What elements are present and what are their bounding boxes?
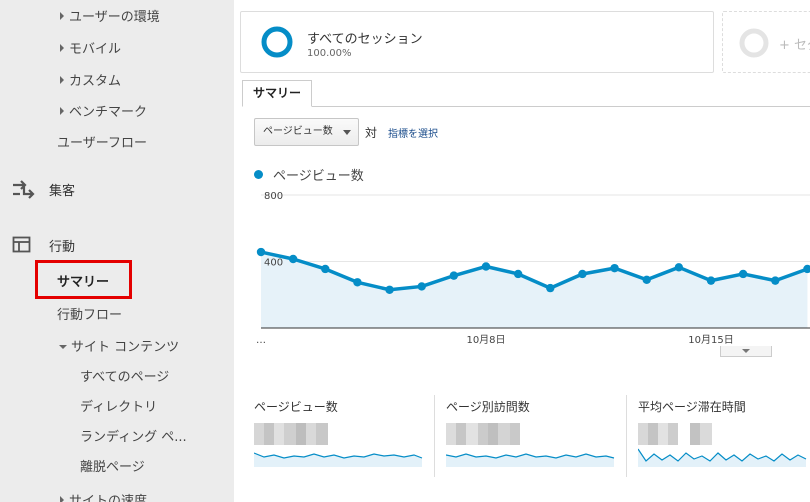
data-point (674, 263, 684, 272)
sidebar-item-all-pages[interactable]: すべてのページ (80, 366, 169, 385)
behavior-layout-icon (12, 236, 31, 253)
pageviews-chart[interactable]: 400 800 … 10月8日 10月15日 (234, 190, 810, 360)
sparkline-title: ページ別訪問数 (446, 400, 530, 414)
divider (626, 395, 627, 477)
x-tick-label: … (256, 335, 266, 346)
data-point (771, 276, 780, 285)
sidebar-item-label: ベンチマーク (69, 105, 148, 120)
blurred-value (638, 423, 712, 445)
sparkline-chart (638, 448, 807, 467)
tab-summary[interactable]: サマリー (242, 80, 312, 107)
sidebar-item-benchmark[interactable]: ベンチマーク (60, 101, 147, 120)
data-point (513, 269, 523, 279)
sparkline-avg-time-on-page[interactable]: 平均ページ滞在時間 (638, 395, 810, 480)
segment-title: すべてのセッション (307, 32, 423, 47)
series-area (261, 252, 808, 328)
chevron-down-icon (59, 345, 67, 349)
sidebar-item-label: モバイル (69, 42, 122, 57)
divider (434, 395, 435, 477)
data-point (449, 271, 459, 280)
sidebar-section-acquisition[interactable]: 集客 (12, 180, 212, 200)
data-point (481, 262, 491, 271)
chevron-right-icon (60, 76, 64, 84)
sidebar-item-exit-pages[interactable]: 離脱ページ (80, 456, 145, 475)
chevron-down-icon (343, 130, 351, 135)
metric-select-value: ページビュー数 (263, 126, 333, 137)
data-point (288, 254, 298, 264)
main-content: すべてのセッション 100.00% + セグ サマリー ページビュー数 対 指標… (234, 0, 810, 502)
blurred-value (446, 423, 520, 445)
data-point (546, 283, 555, 293)
sidebar-item-mobile[interactable]: モバイル (60, 38, 121, 57)
y-tick-label: 400 (264, 258, 283, 269)
metric-select[interactable]: ページビュー数 (254, 118, 359, 146)
chevron-right-icon (60, 107, 64, 115)
chevron-right-icon (60, 44, 64, 52)
sparkline-unique-pageviews[interactable]: ページ別訪問数 (446, 395, 618, 480)
data-point (353, 278, 362, 287)
sidebar-section-label: 集客 (49, 184, 76, 199)
legend-dot-icon (254, 170, 263, 179)
chart-legend: ページビュー数 (254, 165, 364, 184)
vs-label: 対 (365, 126, 378, 140)
select-metric-link[interactable]: 指標を選択 (388, 125, 438, 140)
sparkline-chart (446, 453, 615, 467)
chevron-right-icon (60, 496, 64, 502)
sidebar-section-behavior[interactable]: 行動 (12, 236, 212, 256)
sidebar-item-directory[interactable]: ディレクトリ (80, 396, 157, 415)
segment-percent: 100.00% (307, 48, 352, 59)
sidebar-item-custom[interactable]: カスタム (60, 70, 121, 89)
sidebar-item-label: カスタム (69, 74, 122, 89)
data-point (256, 247, 266, 257)
segment-area: すべてのセッション 100.00% + セグ (234, 0, 810, 80)
sidebar-item-landing-pages[interactable]: ランディング ペ... (80, 426, 187, 445)
sidebar-item-site-content[interactable]: サイト コンテンツ (59, 336, 179, 355)
sidebar-item-user-environment[interactable]: ユーザーの環境 (60, 6, 160, 25)
sparkline-title: ページビュー数 (254, 400, 338, 414)
sidebar-item-label: ユーザーの環境 (69, 10, 160, 25)
sidebar-item-label: ユーザーフロー (57, 136, 147, 151)
data-point (578, 269, 587, 279)
x-tick-label: 10月15日 (688, 334, 733, 346)
chevron-right-icon (60, 12, 64, 20)
add-segment-card[interactable]: + セグ (722, 11, 810, 73)
sidebar-item-summary[interactable]: サマリー (57, 271, 109, 290)
acquisition-arrows-icon (13, 180, 35, 199)
data-point (417, 282, 426, 291)
data-point (706, 276, 716, 285)
segment-card-all-sessions[interactable]: すべてのセッション 100.00% (240, 11, 714, 73)
sidebar-section-label: 行動 (49, 240, 76, 255)
data-point (642, 275, 651, 284)
legend-label: ページビュー数 (273, 169, 364, 184)
sidebar-item-user-flow[interactable]: ユーザーフロー (57, 132, 147, 151)
blurred-value (254, 423, 328, 445)
sparkline-row: ページビュー数 ページ別訪問数 平均ページ滞在時間 (234, 395, 810, 480)
tab-bar: サマリー (242, 80, 810, 107)
segment-ring-icon (261, 26, 293, 58)
sparkline-title: 平均ページ滞在時間 (638, 400, 746, 414)
data-point (738, 269, 748, 279)
sidebar-item-behavior-flow[interactable]: 行動フロー (57, 304, 122, 323)
data-point (610, 263, 619, 273)
add-segment-label: + セグ (779, 38, 810, 53)
empty-segment-ring-icon (739, 28, 769, 58)
chart-collapse-handle[interactable] (720, 346, 772, 357)
sidebar-item-site-speed[interactable]: サイトの速度 (60, 490, 147, 502)
y-tick-label: 800 (264, 191, 283, 202)
sidebar-item-label: サイトの速度 (69, 494, 148, 502)
data-point (385, 285, 394, 294)
data-point (321, 264, 330, 274)
x-tick-label: 10月8日 (466, 334, 505, 346)
sidebar: ユーザーの環境 モバイル カスタム ベンチマーク ユーザーフロー 集客 行動 サ… (0, 0, 234, 502)
sparkline-chart (254, 452, 423, 467)
sidebar-item-label: サイト コンテンツ (71, 340, 180, 355)
sparkline-pageviews[interactable]: ページビュー数 (254, 395, 426, 480)
